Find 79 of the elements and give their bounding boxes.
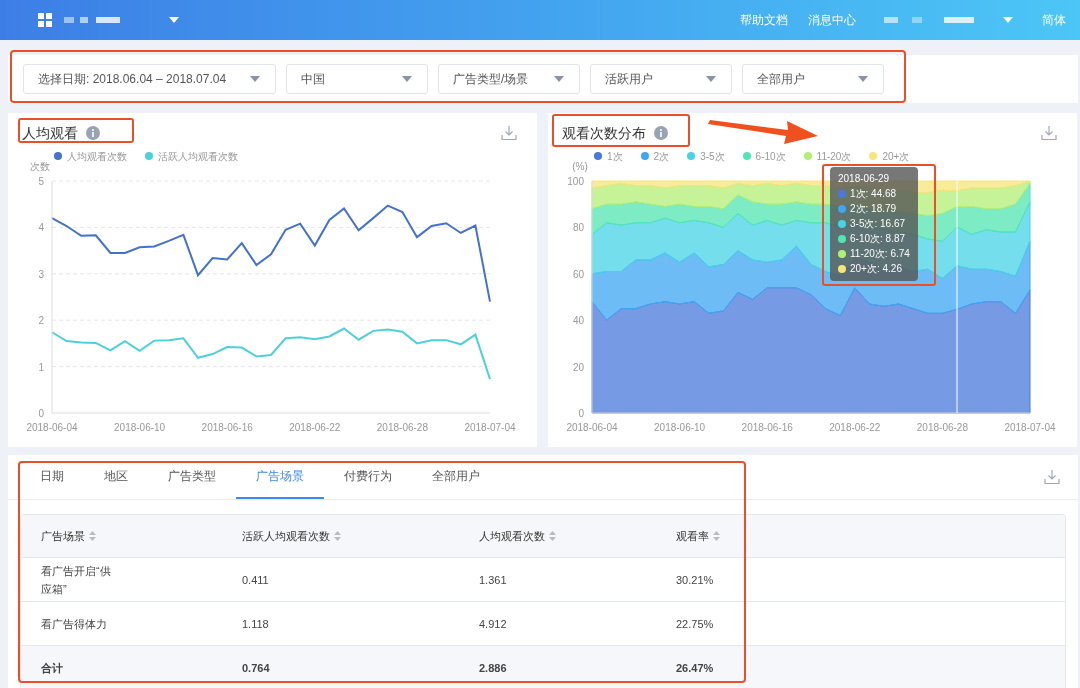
- axis-tick-label: 100: [567, 176, 584, 187]
- axis-tick-label: 2018-06-10: [654, 422, 706, 433]
- info-icon[interactable]: [86, 126, 100, 140]
- grid-icon[interactable]: [38, 13, 52, 27]
- tooltip-entry: 2次: 18.79: [850, 202, 897, 216]
- chart-title: 人均观看: [22, 123, 78, 143]
- column-header[interactable]: 活跃人均观看次数: [242, 527, 330, 545]
- axis-tick-label: 40: [572, 315, 584, 327]
- axis-tick-label: 0: [38, 408, 44, 419]
- axis-tick-label: 2018-06-04: [566, 422, 618, 433]
- axis-tick-label: 2018-06-04: [26, 422, 78, 433]
- caret-icon: [401, 75, 413, 83]
- caret-icon: [857, 75, 869, 83]
- caret-icon: [705, 75, 717, 83]
- tab[interactable]: 广告类型: [148, 455, 236, 499]
- axis-tick-label: 2018-06-28: [376, 422, 428, 433]
- tooltip-entry: 6-10次: 8.87: [850, 232, 906, 246]
- tooltip-title: 2018-06-29: [838, 172, 891, 186]
- tooltip-entry: 1次: 44.68: [850, 187, 897, 201]
- axis-tick-label: 80: [572, 222, 584, 234]
- column-header[interactable]: 人均观看次数: [479, 527, 545, 545]
- table-cell-text: 26.47%: [676, 661, 715, 676]
- filter-dropdown[interactable]: 全部用户: [742, 64, 884, 94]
- table-cell-text: 看广告得体力: [41, 616, 108, 632]
- axis-tick-label: 2: [38, 315, 44, 327]
- table-cell-text: 0.411: [242, 572, 270, 588]
- axis-tick-label: 2018-06-16: [741, 422, 793, 433]
- tooltip-entry: 3-5次: 16.67: [850, 217, 906, 231]
- table-cell-text: 1.361: [479, 572, 508, 588]
- table-cell-text: 1.118: [242, 616, 270, 632]
- axis-tick-label: 2018-06-16: [201, 422, 253, 433]
- table-cell-text: 2.886: [479, 661, 508, 676]
- sort-icon[interactable]: [713, 531, 720, 541]
- filter-dropdown[interactable]: 活跃用户: [590, 64, 732, 94]
- axis-tick-label: 2018-07-04: [1004, 422, 1056, 433]
- axis-tick-label: 20: [572, 361, 584, 373]
- axis-tick-label: 2018-07-04: [464, 422, 516, 433]
- axis-tick-label: 2018-06-10: [114, 422, 166, 433]
- tab[interactable]: 广告场景: [236, 455, 324, 499]
- table-cell-text: 0.764: [242, 661, 271, 676]
- caret-icon: [1002, 16, 1014, 24]
- table-cell-text: 30.21%: [676, 572, 715, 588]
- download-icon[interactable]: [1041, 125, 1057, 141]
- axis-tick-label: 60: [572, 268, 584, 280]
- axis-tick-label: 5: [38, 176, 44, 187]
- column-header[interactable]: 观看率: [676, 527, 709, 545]
- download-icon[interactable]: [501, 125, 517, 141]
- caret-icon: [553, 75, 565, 83]
- table-cell-text: 4.912: [479, 616, 508, 632]
- tooltip-entry: 20+次: 4.26: [850, 262, 902, 276]
- tab[interactable]: 日期: [26, 455, 84, 499]
- column-header[interactable]: 广告场景: [41, 527, 85, 545]
- tooltip-entry: 11-20次: 6.74: [850, 247, 910, 261]
- filter-dropdown[interactable]: 中国: [286, 64, 428, 94]
- axis-title: (%): [572, 161, 588, 172]
- axis-tick-label: 1: [38, 361, 44, 373]
- download-icon[interactable]: [1044, 469, 1060, 485]
- axis-tick-label: 2018-06-22: [289, 422, 341, 433]
- sort-icon[interactable]: [549, 531, 556, 541]
- filter-dropdown[interactable]: 选择日期: 2018.06.04 – 2018.07.04: [23, 64, 276, 94]
- axis-tick-label: 3: [38, 268, 44, 280]
- info-icon[interactable]: [654, 126, 668, 140]
- axis-tick-label: 0: [578, 408, 584, 419]
- table-cell-text: 合计: [41, 661, 64, 676]
- caret-icon: [249, 75, 261, 83]
- axis-title: 次数: [30, 161, 50, 172]
- sort-icon[interactable]: [334, 531, 341, 541]
- chart-title: 观看次数分布: [562, 123, 646, 143]
- table-cell-text: 看广告开启“供应箱”: [41, 563, 112, 597]
- table-cell-text: 22.75%: [676, 616, 715, 632]
- axis-tick-label: 2018-06-28: [916, 422, 968, 433]
- axis-tick-label: 4: [38, 222, 44, 234]
- sort-icon[interactable]: [89, 531, 96, 541]
- caret-icon: [168, 16, 180, 24]
- tab[interactable]: 地区: [84, 455, 148, 499]
- filter-dropdown[interactable]: 广告类型/场景: [438, 64, 580, 94]
- tab[interactable]: 付费行为: [324, 455, 412, 499]
- axis-tick-label: 2018-06-22: [829, 422, 881, 433]
- tab[interactable]: 全部用户: [412, 455, 500, 499]
